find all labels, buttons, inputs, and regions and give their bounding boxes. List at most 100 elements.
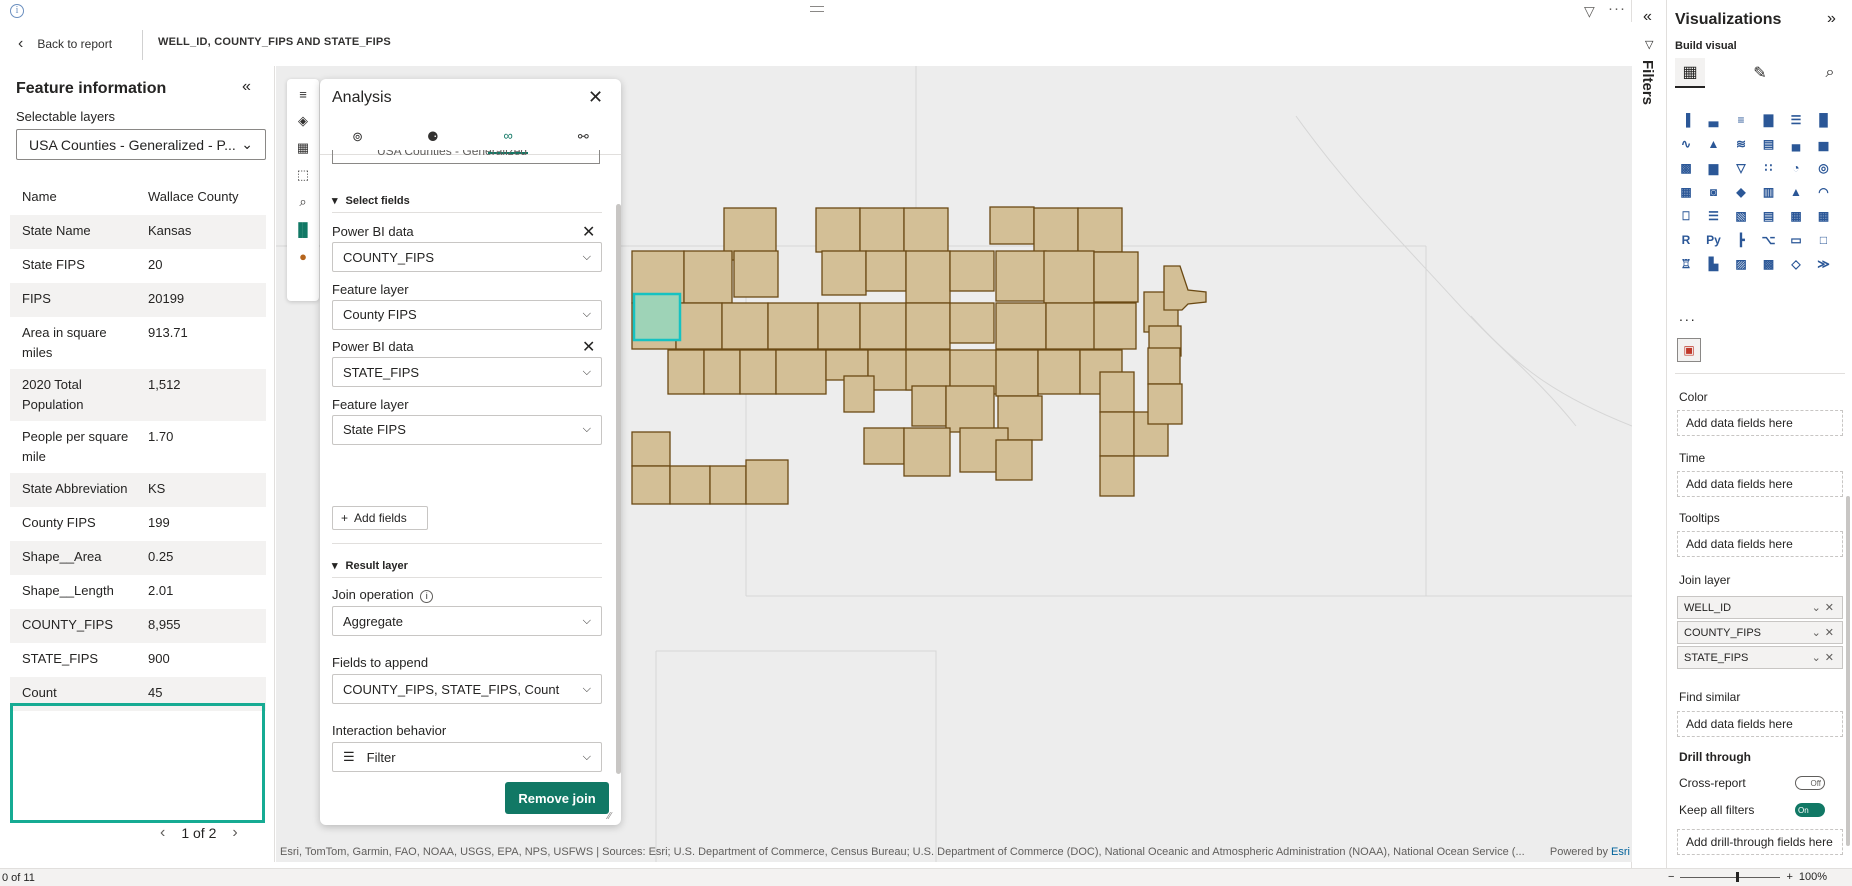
visual-type-icon[interactable]: ∿ bbox=[1677, 135, 1695, 153]
field-dropdown[interactable]: State FIPS ⌵ bbox=[332, 414, 602, 445]
visual-type-icon[interactable]: ▽ bbox=[1732, 159, 1750, 177]
resize-handle-icon[interactable]: ∕∕ bbox=[608, 811, 611, 822]
format-visual-icon[interactable]: ✎ bbox=[1745, 58, 1775, 88]
remove-field-icon[interactable]: ✕ bbox=[582, 337, 595, 357]
visual-type-icon[interactable]: ◎ bbox=[1815, 159, 1833, 177]
visual-type-icon[interactable]: ▦ bbox=[1677, 183, 1695, 201]
layer-dropdown[interactable]: USA Counties - Generalized - P... ⌄ bbox=[16, 129, 266, 160]
visual-type-icon[interactable]: ▅ bbox=[1815, 135, 1833, 153]
interaction-behavior-dropdown[interactable]: ☰ Filter ⌵ bbox=[332, 742, 602, 772]
visual-type-icon[interactable]: □ bbox=[1815, 231, 1833, 249]
visual-type-icon[interactable]: ▐ bbox=[1677, 111, 1695, 129]
tab-link[interactable]: ⚯ bbox=[563, 120, 603, 154]
well-drop-zone[interactable]: Add data fields here bbox=[1677, 470, 1843, 497]
filter-icon[interactable]: ▽ bbox=[1584, 3, 1595, 20]
visual-type-icon[interactable]: ◔ bbox=[1787, 159, 1805, 177]
visual-type-icon[interactable]: Py bbox=[1705, 231, 1723, 249]
field-dropdown[interactable]: COUNTY_FIPS ⌵ bbox=[332, 242, 602, 272]
result-layer-header[interactable]: ▾ Result layer bbox=[332, 559, 408, 573]
well-drop-zone[interactable]: Add data fields here bbox=[1677, 531, 1843, 557]
visual-type-icon[interactable]: ▦ bbox=[1787, 207, 1805, 225]
pane-scrollbar[interactable] bbox=[1846, 496, 1850, 846]
visual-type-icon[interactable]: ☰ bbox=[1787, 111, 1805, 129]
visual-type-icon[interactable]: ▄ bbox=[1787, 135, 1805, 153]
expand-filters-icon[interactable]: « bbox=[1643, 8, 1652, 26]
visual-type-icon[interactable]: ▥ bbox=[1760, 183, 1778, 201]
tab-clusters[interactable]: ⚈ bbox=[413, 120, 453, 154]
visual-type-icon[interactable]: ◇ bbox=[1787, 255, 1805, 273]
join-field-pill[interactable]: COUNTY_FIPS ⌄✕ bbox=[1677, 621, 1843, 644]
build-visual-icon[interactable]: ▦ bbox=[1675, 58, 1705, 88]
pill-controls-icon[interactable]: ⌄✕ bbox=[1812, 601, 1838, 614]
drag-grip-icon[interactable] bbox=[810, 6, 824, 12]
visual-type-icon[interactable]: R bbox=[1677, 231, 1695, 249]
analysis-icon[interactable]: ▐▌ bbox=[294, 220, 312, 238]
info-icon[interactable]: i bbox=[10, 4, 24, 18]
visual-type-icon[interactable]: ♖ bbox=[1677, 255, 1695, 273]
visual-type-icon[interactable]: ▆ bbox=[1705, 159, 1723, 177]
well-drop-zone[interactable]: Add data fields here bbox=[1677, 410, 1843, 436]
visual-type-icon[interactable]: ▃ bbox=[1705, 111, 1723, 129]
layers-icon[interactable]: ◈ bbox=[294, 112, 312, 130]
visual-type-icon[interactable]: ⎕ bbox=[1677, 207, 1695, 225]
previous-page-icon[interactable]: ‹ bbox=[160, 824, 165, 842]
visual-type-icon[interactable]: ▇ bbox=[1760, 111, 1778, 129]
pill-controls-icon[interactable]: ⌄✕ bbox=[1812, 651, 1838, 664]
back-to-report-button[interactable]: ‹ Back to report bbox=[18, 32, 112, 56]
infographics-icon[interactable]: ▦ bbox=[294, 139, 312, 157]
more-visuals-icon[interactable]: ... bbox=[1679, 308, 1697, 324]
add-fields-button[interactable]: + Add fields bbox=[332, 506, 428, 530]
join-field-pill[interactable]: STATE_FIPS ⌄✕ bbox=[1677, 646, 1843, 669]
visual-type-icon[interactable]: ▤ bbox=[1760, 207, 1778, 225]
visual-type-icon[interactable]: ◙ bbox=[1705, 183, 1723, 201]
cross-report-toggle[interactable]: Off bbox=[1795, 776, 1825, 790]
clipped-layer-dropdown[interactable]: USA Counties - Generalized bbox=[332, 150, 600, 164]
visual-type-icon[interactable]: █ bbox=[1815, 111, 1833, 129]
zoom-out-icon[interactable]: − bbox=[1668, 871, 1674, 883]
join-operation-dropdown[interactable]: Aggregate ⌵ bbox=[332, 606, 602, 636]
tab-join[interactable]: ∞ bbox=[488, 120, 529, 154]
visual-type-icon[interactable]: ≋ bbox=[1732, 135, 1750, 153]
visual-type-icon[interactable]: ☰ bbox=[1705, 207, 1723, 225]
arcgis-map-visual-icon[interactable]: ▣ bbox=[1677, 338, 1701, 362]
visual-type-icon[interactable]: ▩ bbox=[1760, 255, 1778, 273]
visual-type-icon[interactable]: ▙ bbox=[1705, 255, 1723, 273]
info-icon[interactable]: i bbox=[420, 590, 434, 603]
visual-type-icon[interactable]: ⌥ bbox=[1760, 231, 1778, 249]
pill-controls-icon[interactable]: ⌄✕ bbox=[1812, 626, 1838, 639]
visual-type-icon[interactable]: ▭ bbox=[1787, 231, 1805, 249]
find-similar-well[interactable]: Add data fields here bbox=[1677, 711, 1843, 737]
drill-through-well[interactable]: Add drill-through fields here bbox=[1677, 829, 1843, 855]
join-field-pill[interactable]: WELL_ID ⌄✕ bbox=[1677, 596, 1843, 619]
avatar-icon[interactable]: ● bbox=[294, 247, 312, 265]
next-page-icon[interactable]: › bbox=[232, 824, 237, 842]
select-icon[interactable]: ⬚ bbox=[294, 166, 312, 184]
zoom-knob[interactable] bbox=[1736, 871, 1740, 882]
search-icon[interactable]: ⌕ bbox=[294, 193, 312, 211]
remove-field-icon[interactable]: ✕ bbox=[582, 222, 595, 242]
tab-buffer[interactable]: ⊚ bbox=[338, 120, 378, 154]
visual-type-icon[interactable]: ≫ bbox=[1815, 255, 1833, 273]
collapse-panel-icon[interactable]: « bbox=[242, 78, 251, 96]
close-icon[interactable]: ✕ bbox=[588, 87, 603, 108]
field-dropdown[interactable]: County FIPS ⌵ bbox=[332, 299, 602, 330]
visual-type-icon[interactable]: ┣ bbox=[1732, 231, 1750, 249]
visual-type-icon[interactable]: ▲ bbox=[1705, 135, 1723, 153]
field-dropdown[interactable]: STATE_FIPS ⌵ bbox=[332, 357, 602, 387]
visual-type-icon[interactable]: ≡ bbox=[1732, 111, 1750, 129]
keep-filters-toggle[interactable]: On bbox=[1795, 803, 1825, 817]
visual-type-icon[interactable]: ▤ bbox=[1760, 135, 1778, 153]
remove-join-button[interactable]: Remove join bbox=[505, 782, 609, 814]
visual-type-icon[interactable]: ◆ bbox=[1732, 183, 1750, 201]
visual-type-icon[interactable]: ▩ bbox=[1677, 159, 1695, 177]
analytics-icon[interactable]: ⌕ bbox=[1815, 58, 1845, 88]
visual-type-icon[interactable]: ▧ bbox=[1732, 207, 1750, 225]
fields-to-append-dropdown[interactable]: COUNTY_FIPS, STATE_FIPS, Count ⌵ bbox=[332, 674, 602, 704]
zoom-in-icon[interactable]: + bbox=[1786, 871, 1792, 883]
collapse-pane-icon[interactable]: » bbox=[1827, 10, 1836, 28]
filters-pane[interactable]: « ▽ Filters bbox=[1633, 0, 1667, 868]
esri-link[interactable]: Esri bbox=[1611, 846, 1630, 858]
panel-scrollbar[interactable] bbox=[616, 204, 621, 774]
visual-type-icon[interactable]: ◠ bbox=[1815, 183, 1833, 201]
menu-icon[interactable]: ≡ bbox=[294, 85, 312, 103]
